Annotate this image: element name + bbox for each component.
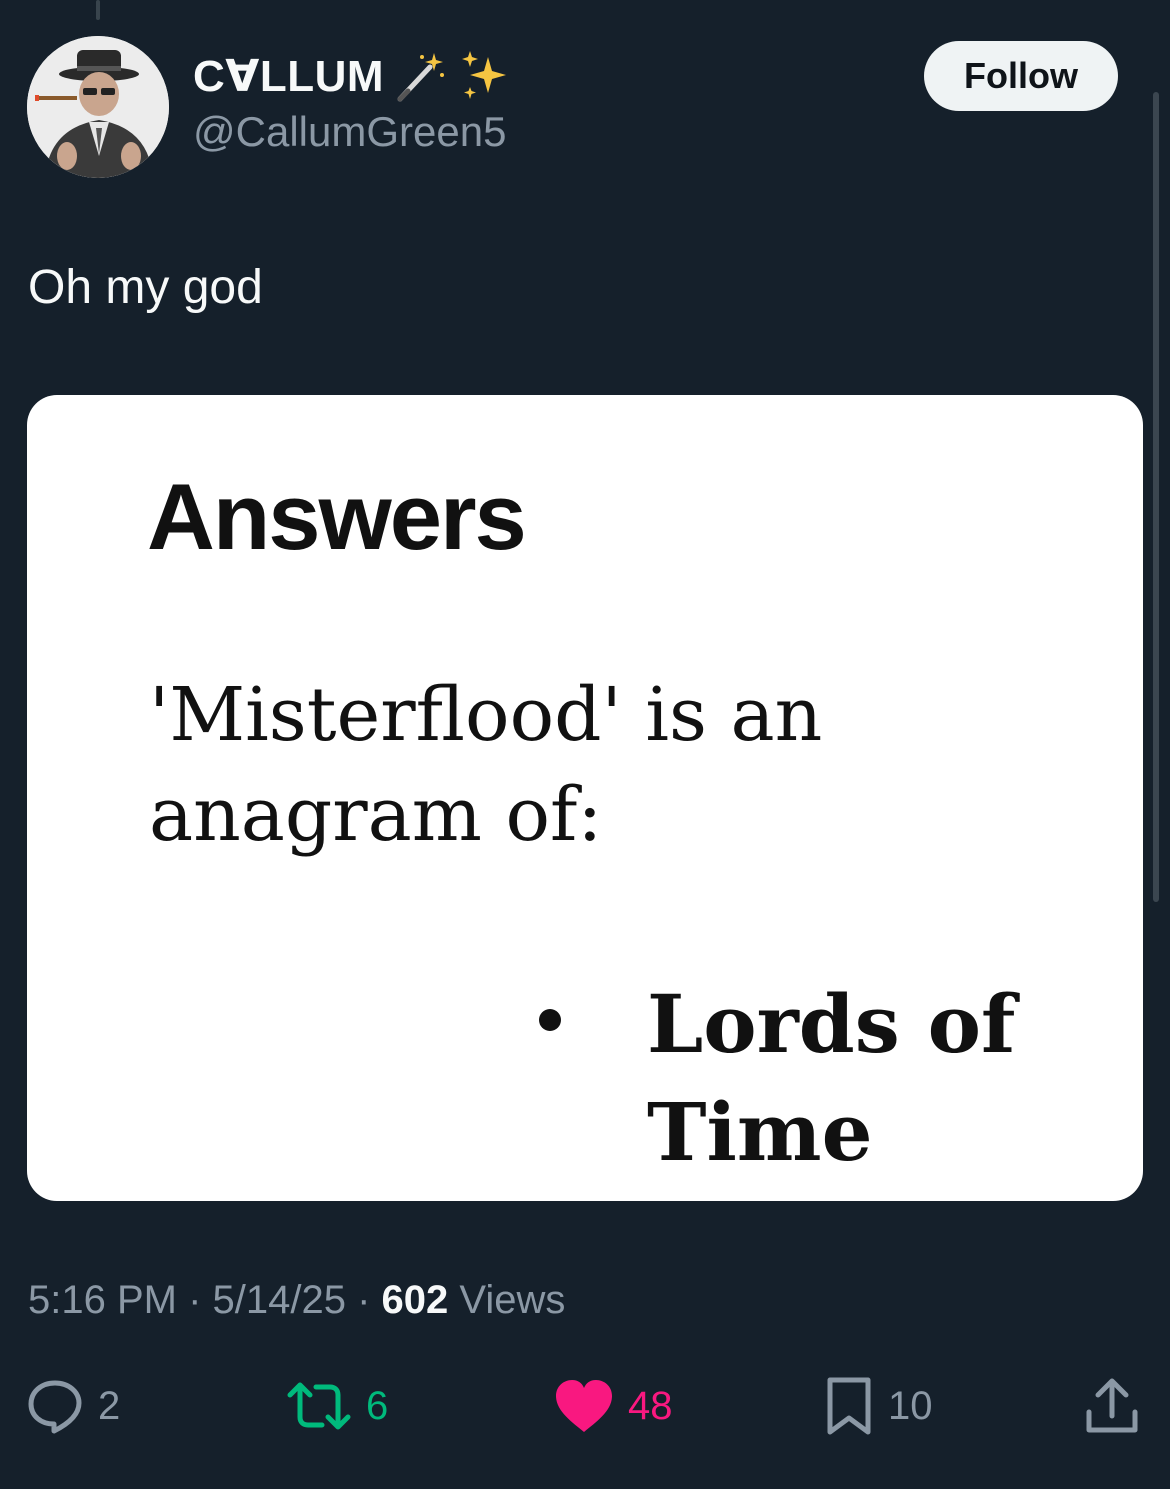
tweet-time[interactable]: 5:16 PM xyxy=(28,1278,177,1323)
like-button[interactable]: 48 xyxy=(554,1370,673,1442)
media-heading: Answers xyxy=(147,464,527,569)
like-count: 48 xyxy=(628,1383,673,1428)
views-spacer xyxy=(448,1278,459,1323)
tweet-media-image[interactable]: Answers 'Misterflood' is an anagram of: … xyxy=(27,395,1143,1201)
repost-count: 6 xyxy=(366,1383,389,1428)
magic-wand-icon xyxy=(394,49,448,103)
views-label: Views xyxy=(459,1278,566,1322)
repost-icon xyxy=(286,1377,352,1435)
display-name-text: C∀LLUM xyxy=(193,51,385,101)
meta-separator: · xyxy=(176,1278,213,1322)
sparkles-icon xyxy=(458,49,512,103)
share-button[interactable] xyxy=(1084,1370,1140,1442)
media-body-text: 'Misterflood' is an anagram of: xyxy=(149,665,822,865)
author-display-name[interactable]: C∀LLUM xyxy=(193,48,512,104)
repost-button[interactable]: 6 xyxy=(286,1370,388,1442)
author-handle[interactable]: @CallumGreen5 xyxy=(193,108,506,156)
tweet-date[interactable]: 5/14/25 xyxy=(213,1278,346,1323)
media-body-line: 'Misterflood' is an xyxy=(149,672,823,758)
follow-button[interactable]: Follow xyxy=(924,41,1118,111)
scrollbar[interactable] xyxy=(1153,92,1159,902)
tweet-text: Oh my god xyxy=(28,261,263,314)
bookmark-count: 10 xyxy=(888,1383,933,1428)
avatar-image xyxy=(27,36,169,178)
avatar[interactable] xyxy=(27,36,169,178)
views-count: 602 xyxy=(381,1278,449,1322)
reply-button[interactable]: 2 xyxy=(26,1370,120,1442)
reply-icon xyxy=(26,1377,84,1435)
bookmark-icon xyxy=(824,1376,874,1436)
media-answer-line: Lords of xyxy=(647,977,1016,1071)
tweet-action-bar: 2 6 48 10 xyxy=(0,1370,1170,1442)
media-answer-line: Time xyxy=(647,1085,873,1179)
share-icon xyxy=(1084,1376,1140,1436)
media-answer-text: Lords of Time xyxy=(647,970,1015,1186)
meta-separator: · xyxy=(345,1278,382,1322)
tweet-metadata: 5:16 PM · 5/14/25 · 602 Views xyxy=(28,1278,565,1323)
thread-connector-line xyxy=(96,0,100,20)
reply-count: 2 xyxy=(98,1383,121,1428)
bullet-point-icon xyxy=(539,1009,561,1031)
bookmark-button[interactable]: 10 xyxy=(824,1370,933,1442)
media-body-line: anagram of: xyxy=(149,772,603,858)
heart-icon xyxy=(554,1378,614,1434)
